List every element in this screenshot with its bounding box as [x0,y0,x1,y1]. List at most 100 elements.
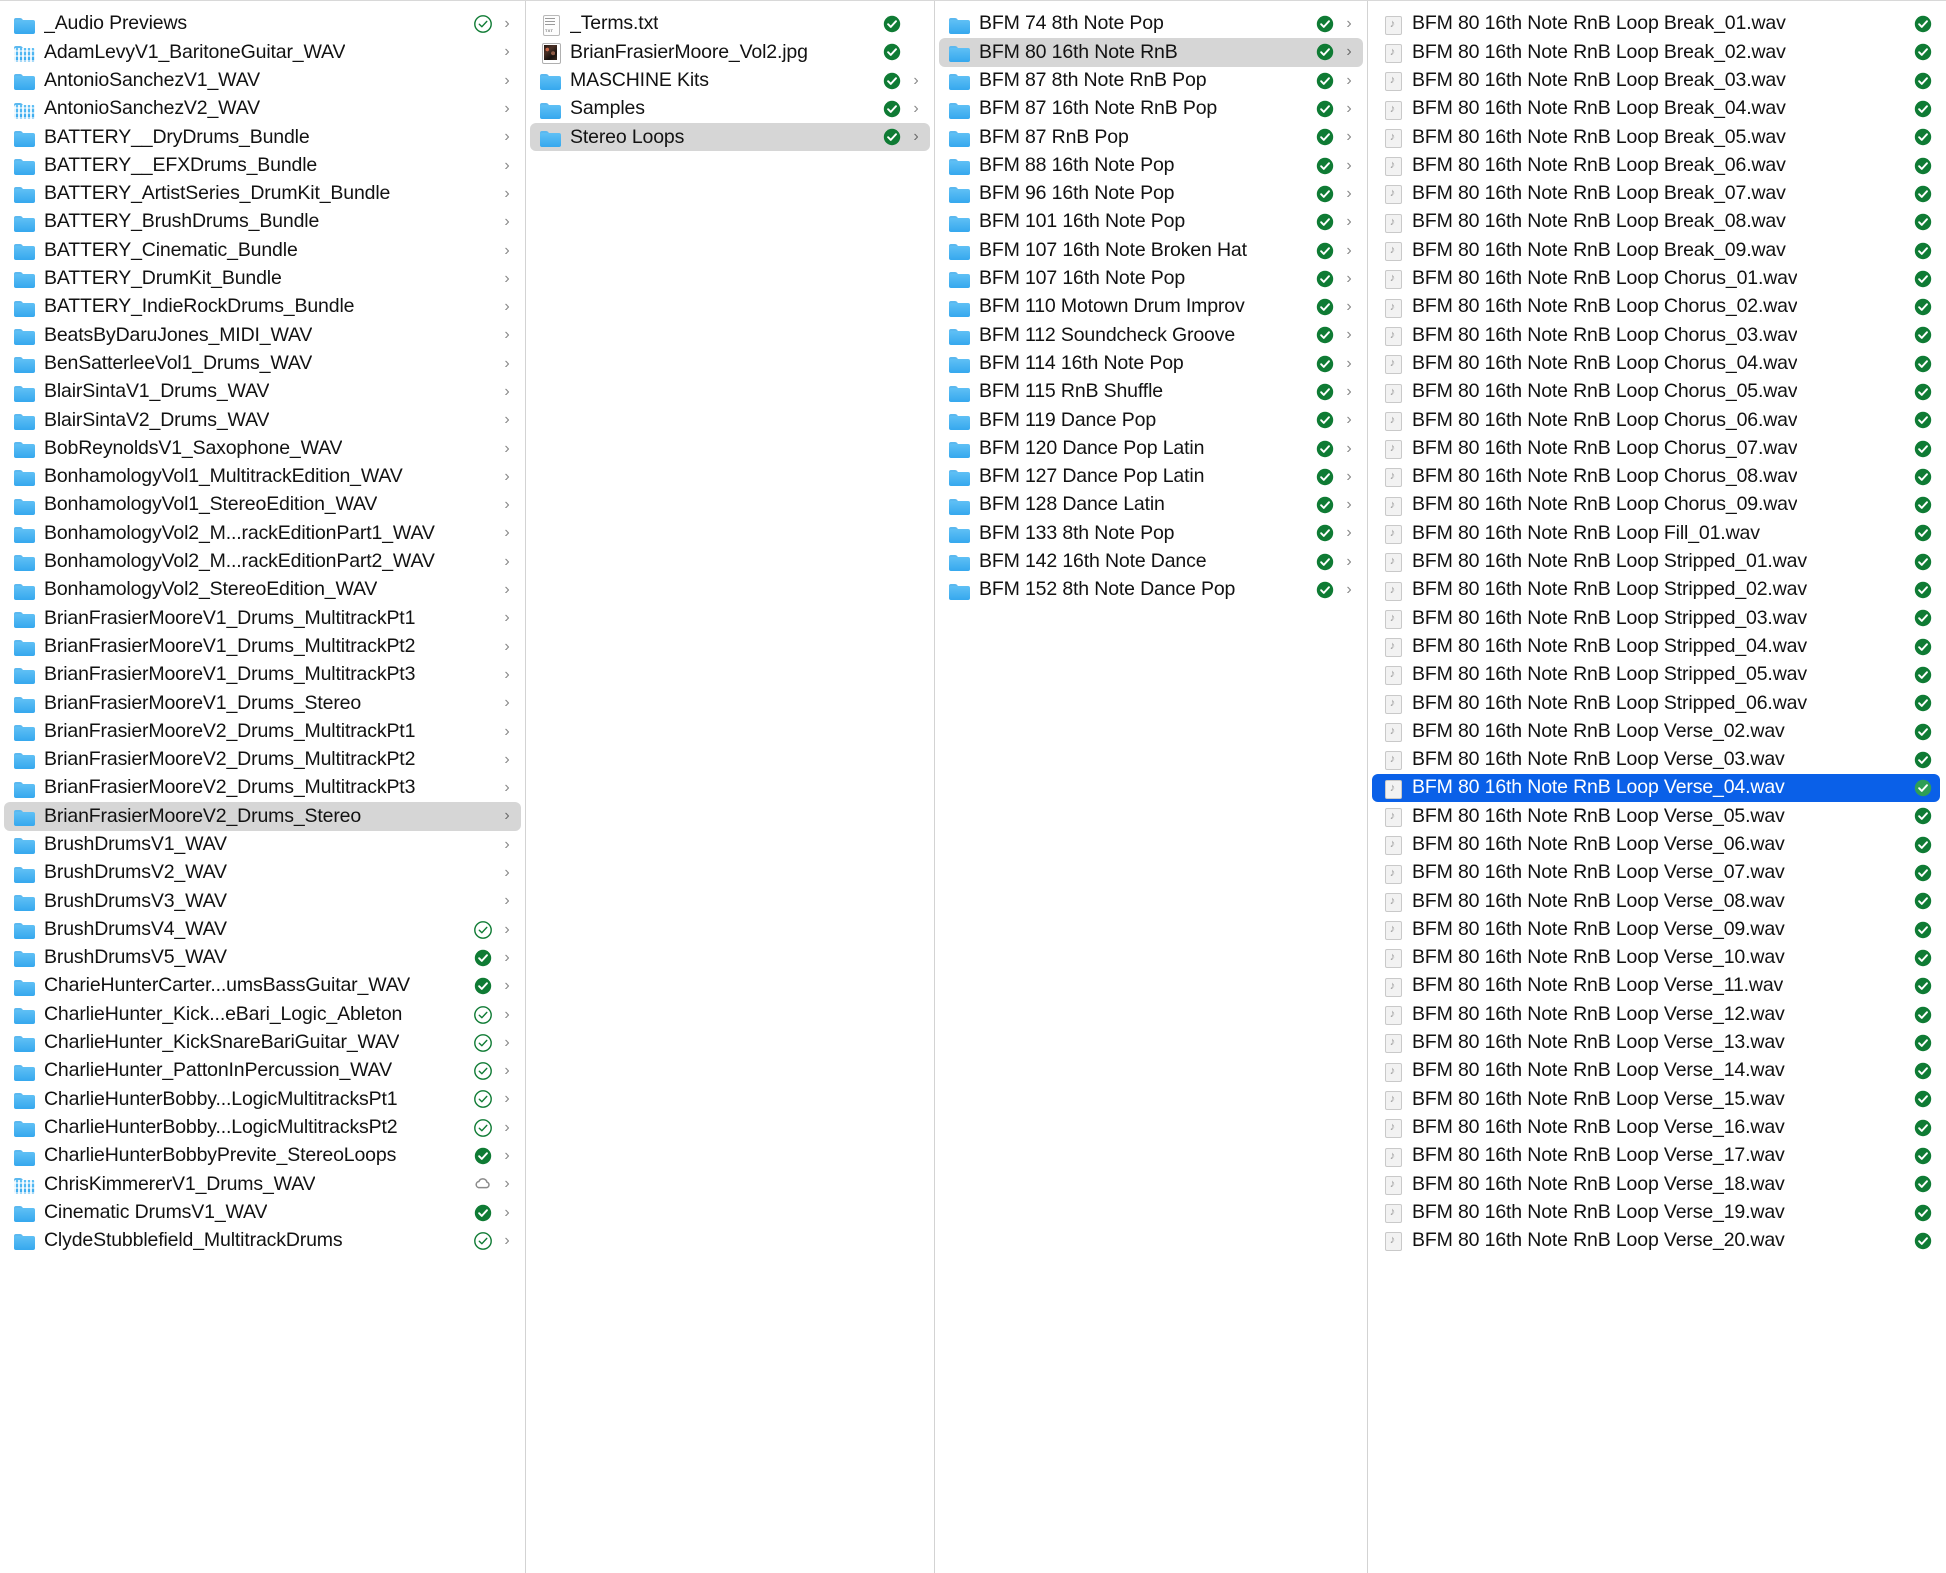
chevron-right-icon[interactable]: › [499,1176,515,1192]
file-row-maschine-kits[interactable]: MASCHINE Kits › [530,67,930,95]
file-row-bfm-80-16th-note-rnb-loop-verse-11-wav[interactable]: ♪BFM 80 16th Note RnB Loop Verse_11.wav› [1372,972,1940,1000]
file-row-bfm-119-dance-pop[interactable]: BFM 119 Dance Pop › [939,406,1363,434]
file-row-bonhamologyvol1-multitrackedition-wav[interactable]: BonhamologyVol1_MultitrackEdition_WAV › [4,463,521,491]
file-row-brushdrumsv4-wav[interactable]: BrushDrumsV4_WAV › [4,916,521,944]
file-row-bfm-80-16th-note-rnb-loop-verse-18-wav[interactable]: ♪BFM 80 16th Note RnB Loop Verse_18.wav› [1372,1170,1940,1198]
file-row-bfm-80-16th-note-rnb-loop-chorus-08-wav[interactable]: ♪ BFM 80 16th Note RnB Loop Chorus_08.wav… [1372,463,1940,491]
chevron-right-icon[interactable]: › [499,553,515,570]
file-row-battery-cinematic-bundle[interactable]: BATTERY_Cinematic_Bundle › [4,236,521,264]
file-row-blairsintav2-drums-wav[interactable]: BlairSintaV2_Drums_WAV › [4,406,521,434]
file-row-bonhamologyvol2-m-rackeditionpart1-wav[interactable]: BonhamologyVol2_M...rackEditionPart1_WAV… [4,519,521,547]
file-row-bfm-80-16th-note-rnb-loop-break-02-wav[interactable]: ♪BFM 80 16th Note RnB Loop Break_02.wav› [1372,38,1940,66]
file-row-charliehunter-pattoninpercussion-wav[interactable]: CharlieHunter_PattonInPercussion_WAV › [4,1057,521,1085]
file-row-bfm-80-16th-note-rnb-loop-stripped-03-wav[interactable]: ♪ BFM 80 16th Note RnB Loop Stripped_03.w… [1372,604,1940,632]
file-row-antoniosanchezv2-wav[interactable]: AntonioSanchezV2_WAV › [4,95,521,123]
file-row-brianfrasiermoorev1-drums-multitrackpt1[interactable]: BrianFrasierMooreV1_Drums_MultitrackPt1 › [4,604,521,632]
file-row-bfm-87-rnb-pop[interactable]: BFM 87 RnB Pop › [939,123,1363,151]
chevron-right-icon[interactable]: › [499,582,515,598]
finder-column-1[interactable]: _Audio Previews › AdamLevyV1_BaritoneGuita… [0,1,526,1573]
file-row-bfm-80-16th-note-rnb-loop-stripped-02-wav[interactable]: ♪ BFM 80 16th Note RnB Loop Stripped_02.w… [1372,576,1940,604]
chevron-right-icon[interactable]: › [499,440,515,457]
file-row-bfm-80-16th-note-rnb-loop-chorus-01-wav[interactable]: ♪ BFM 80 16th Note RnB Loop Chorus_01.wav… [1372,265,1940,293]
file-row-brianfrasiermoorev1-drums-multitrackpt3[interactable]: BrianFrasierMooreV1_Drums_MultitrackPt3 › [4,661,521,689]
file-row-bfm-80-16th-note-rnb-loop-stripped-01-wav[interactable]: ♪ BFM 80 16th Note RnB Loop Stripped_01.w… [1372,548,1940,576]
chevron-right-icon[interactable]: › [499,610,515,626]
file-row-bfm-80-16th-note-rnb-loop-break-06-wav[interactable]: ♪BFM 80 16th Note RnB Loop Break_06.wav› [1372,151,1940,179]
file-row-bfm-74-8th-note-pop[interactable]: BFM 74 8th Note Pop › [939,10,1363,38]
file-row-bfm-80-16th-note-rnb-loop-break-05-wav[interactable]: ♪BFM 80 16th Note RnB Loop Break_05.wav› [1372,123,1940,151]
file-row-brianfrasiermoorev1-drums-stereo[interactable]: BrianFrasierMooreV1_Drums_Stereo › [4,689,521,717]
chevron-right-icon[interactable]: › [1341,214,1357,230]
file-row-bfm-80-16th-note-rnb-loop-chorus-05-wav[interactable]: ♪ BFM 80 16th Note RnB Loop Chorus_05.wav… [1372,378,1940,406]
file-row-brianfrasiermoorev2-drums-multitrackpt3[interactable]: BrianFrasierMooreV2_Drums_MultitrackPt3 › [4,774,521,802]
file-row-bfm-80-16th-note-rnb[interactable]: BFM 80 16th Note RnB › [939,38,1363,67]
chevron-right-icon[interactable]: › [499,214,515,230]
chevron-right-icon[interactable]: › [499,242,515,259]
file-row-adamlevyv1-baritoneguitar-wav[interactable]: AdamLevyV1_BaritoneGuitar_WAV › [4,38,521,66]
file-row-bfm-80-16th-note-rnb-loop-stripped-04-wav[interactable]: ♪ BFM 80 16th Note RnB Loop Stripped_04.w… [1372,633,1940,661]
file-row-battery-drumkit-bundle[interactable]: BATTERY_DrumKit_Bundle › [4,265,521,293]
chevron-right-icon[interactable]: › [499,836,515,853]
file-row-bonhamologyvol2-stereoedition-wav[interactable]: BonhamologyVol2_StereoEdition_WAV › [4,576,521,604]
chevron-right-icon[interactable]: › [1341,440,1357,457]
file-row-bfm-80-16th-note-rnb-loop-break-07-wav[interactable]: ♪BFM 80 16th Note RnB Loop Break_07.wav› [1372,180,1940,208]
chevron-right-icon[interactable]: › [499,695,515,711]
chevron-right-icon[interactable]: › [1341,355,1357,372]
file-row-bfm-80-16th-note-rnb-loop-verse-13-wav[interactable]: ♪BFM 80 16th Note RnB Loop Verse_13.wav› [1372,1029,1940,1057]
file-row-bfm-80-16th-note-rnb-loop-break-08-wav[interactable]: ♪BFM 80 16th Note RnB Loop Break_08.wav› [1372,208,1940,236]
chevron-right-icon[interactable]: › [1341,101,1357,117]
file-row-audio-previews[interactable]: _Audio Previews › [4,10,521,38]
file-row-bfm-80-16th-note-rnb-loop-chorus-07-wav[interactable]: ♪ BFM 80 16th Note RnB Loop Chorus_07.wav… [1372,434,1940,462]
chevron-right-icon[interactable]: › [499,1119,515,1136]
file-row-bfm-80-16th-note-rnb-loop-chorus-06-wav[interactable]: ♪ BFM 80 16th Note RnB Loop Chorus_06.wav… [1372,406,1940,434]
file-row-bfm-80-16th-note-rnb-loop-break-01-wav[interactable]: ♪BFM 80 16th Note RnB Loop Break_01.wav› [1372,10,1940,38]
file-row-bfm-80-16th-note-rnb-loop-chorus-03-wav[interactable]: ♪ BFM 80 16th Note RnB Loop Chorus_03.wav… [1372,321,1940,349]
chevron-right-icon[interactable]: › [499,780,515,796]
chevron-right-icon[interactable]: › [1341,72,1357,89]
chevron-right-icon[interactable]: › [1341,582,1357,598]
file-row-samples[interactable]: Samples › [530,95,930,123]
chevron-right-icon[interactable]: › [499,468,515,485]
finder-column-4[interactable]: ♪BFM 80 16th Note RnB Loop Break_01.wav›… [1368,1,1944,1573]
file-row-chriskimmererv1-drums-wav[interactable]: ChrisKimmererV1_Drums_WAV › [4,1170,521,1198]
chevron-right-icon[interactable]: › [1341,185,1357,202]
file-row-antoniosanchezv1-wav[interactable]: AntonioSanchezV1_WAV › [4,67,521,95]
chevron-right-icon[interactable]: › [1341,327,1357,343]
file-row-charliehunterbobby-logicmultitrackspt1[interactable]: CharlieHunterBobby...LogicMultitracksPt1… [4,1085,521,1113]
chevron-right-icon[interactable]: › [1341,384,1357,400]
file-row-bfm-80-16th-note-rnb-loop-verse-09-wav[interactable]: ♪BFM 80 16th Note RnB Loop Verse_09.wav› [1372,916,1940,944]
file-row-bfm-80-16th-note-rnb-loop-verse-16-wav[interactable]: ♪BFM 80 16th Note RnB Loop Verse_16.wav› [1372,1114,1940,1142]
file-row-bfm-110-motown-drum-improv[interactable]: BFM 110 Motown Drum Improv › [939,293,1363,321]
chevron-right-icon[interactable]: › [1341,497,1357,513]
file-row-bfm-152-8th-note-dance-pop[interactable]: BFM 152 8th Note Dance Pop › [939,576,1363,604]
chevron-right-icon[interactable]: › [1341,553,1357,570]
file-row-brushdrumsv1-wav[interactable]: BrushDrumsV1_WAV › [4,831,521,859]
chevron-right-icon[interactable]: › [1341,44,1357,60]
file-row-charliehunterbobby-logicmultitrackspt2[interactable]: CharlieHunterBobby...LogicMultitracksPt2… [4,1114,521,1142]
file-row-bonhamologyvol1-stereoedition-wav[interactable]: BonhamologyVol1_StereoEdition_WAV › [4,491,521,519]
chevron-right-icon[interactable]: › [1341,525,1357,541]
file-row-bfm-80-16th-note-rnb-loop-verse-17-wav[interactable]: ♪BFM 80 16th Note RnB Loop Verse_17.wav› [1372,1142,1940,1170]
file-row-bfm-80-16th-note-rnb-loop-stripped-05-wav[interactable]: ♪ BFM 80 16th Note RnB Loop Stripped_05.w… [1372,661,1940,689]
file-row-bfm-80-16th-note-rnb-loop-verse-06-wav[interactable]: ♪BFM 80 16th Note RnB Loop Verse_06.wav› [1372,831,1940,859]
file-row-bfm-80-16th-note-rnb-loop-stripped-06-wav[interactable]: ♪ BFM 80 16th Note RnB Loop Stripped_06.w… [1372,689,1940,717]
file-row-bobreynoldsv1-saxophone-wav[interactable]: BobReynoldsV1_Saxophone_WAV › [4,434,521,462]
file-row-charliehunter-kicksnarebariguitar-wav[interactable]: CharlieHunter_KickSnareBariGuitar_WAV › [4,1029,521,1057]
file-row-bfm-101-16th-note-pop[interactable]: BFM 101 16th Note Pop › [939,208,1363,236]
chevron-right-icon[interactable]: › [499,865,515,881]
file-row-stereo-loops[interactable]: Stereo Loops › [530,123,930,152]
file-row-bfm-80-16th-note-rnb-loop-break-03-wav[interactable]: ♪BFM 80 16th Note RnB Loop Break_03.wav› [1372,67,1940,95]
file-row-battery-brushdrums-bundle[interactable]: BATTERY_BrushDrums_Bundle › [4,208,521,236]
chevron-right-icon[interactable]: › [499,270,515,287]
chevron-right-icon[interactable]: › [499,384,515,400]
chevron-right-icon[interactable]: › [499,16,515,32]
file-row-bfm-107-16th-note-broken-hat[interactable]: BFM 107 16th Note Broken Hat › [939,236,1363,264]
file-row-bonhamologyvol2-m-rackeditionpart2-wav[interactable]: BonhamologyVol2_M...rackEditionPart2_WAV… [4,548,521,576]
chevron-right-icon[interactable]: › [499,1034,515,1051]
file-row-charliehunterbobbyprevite-stereoloops[interactable]: CharlieHunterBobbyPrevite_StereoLoops › [4,1142,521,1170]
chevron-right-icon[interactable]: › [499,978,515,994]
file-row-terms-txt[interactable]: TXT_Terms.txt› [530,10,930,38]
file-row-blairsintav1-drums-wav[interactable]: BlairSintaV1_Drums_WAV › [4,378,521,406]
file-row-bfm-80-16th-note-rnb-loop-verse-15-wav[interactable]: ♪BFM 80 16th Note RnB Loop Verse_15.wav› [1372,1085,1940,1113]
chevron-right-icon[interactable]: › [499,808,515,824]
